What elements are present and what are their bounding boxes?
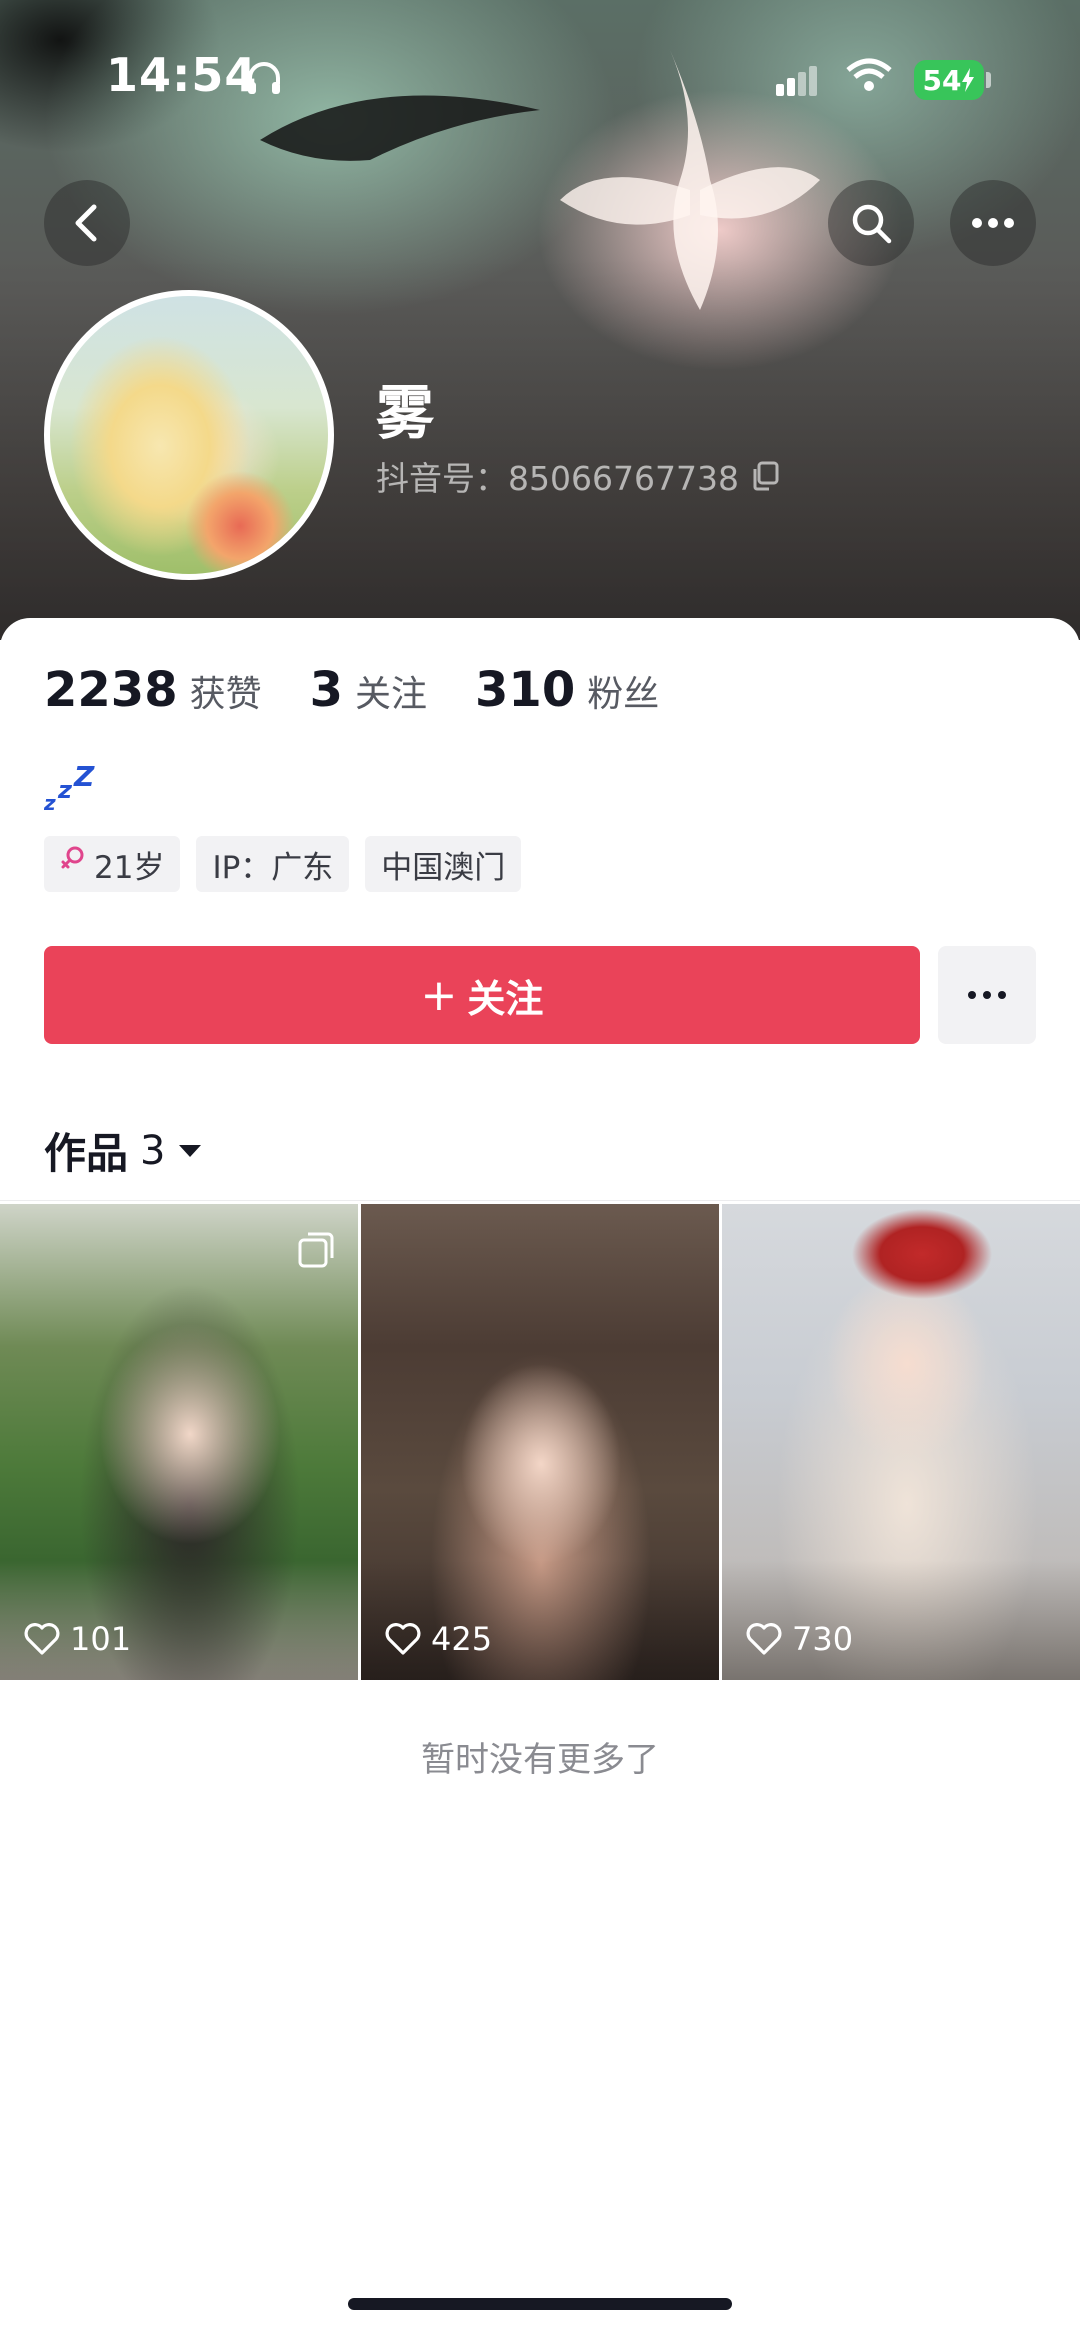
more-horizontal-icon <box>972 218 1014 228</box>
status-bar: 14:54 54 <box>0 40 1080 120</box>
caret-down-icon <box>179 1144 202 1157</box>
svg-text:z: z <box>57 776 73 804</box>
sleep-zzz-icon: z z Z <box>43 760 95 815</box>
profile-more-button[interactable] <box>938 946 1036 1044</box>
tag-location[interactable]: 中国澳门 <box>365 836 522 892</box>
charging-bolt-icon <box>962 68 975 92</box>
tag-location-text: 中国澳门 <box>381 849 506 886</box>
likes-count: 730 <box>746 1620 853 1658</box>
svg-text:Z: Z <box>73 764 95 793</box>
stat-followers-label: 粉丝 <box>587 674 660 715</box>
stat-following-value: 3 <box>309 662 344 718</box>
headphones-icon <box>244 58 284 102</box>
heart-icon <box>746 1623 782 1655</box>
tab-works[interactable]: 作品 3 <box>44 1120 203 1181</box>
profile-name: 雾 <box>376 379 435 447</box>
video-thumbnail[interactable]: 425 <box>361 1204 719 1680</box>
plus-icon: + <box>420 969 458 1021</box>
stat-followers[interactable]: 310 粉丝 <box>475 662 659 718</box>
tag-age: 21岁 <box>44 836 181 892</box>
follow-button[interactable]: + 关注 <box>44 946 920 1044</box>
signature-text: z z Z <box>43 760 100 822</box>
douyin-id-text: 抖音号：85066767738 <box>376 459 739 498</box>
home-indicator[interactable] <box>348 2298 732 2310</box>
svg-text:z: z <box>44 791 56 814</box>
works-grid: 101 425 730 <box>0 1204 1080 1680</box>
tag-ip: IP：广东 <box>196 836 350 892</box>
likes-value: 101 <box>70 1620 132 1658</box>
likes-count: 101 <box>24 1620 131 1658</box>
tag-ip-text: IP：广东 <box>212 849 334 886</box>
douyin-id[interactable]: 抖音号：85066767738 <box>376 452 781 500</box>
works-divider <box>0 1200 1080 1201</box>
stat-following[interactable]: 3 关注 <box>310 662 427 718</box>
video-thumbnail[interactable]: 730 <box>722 1204 1080 1680</box>
end-of-list-text: 暂时没有更多了 <box>421 1740 659 1780</box>
stat-likes-value: 2238 <box>44 662 178 718</box>
follow-button-label: 关注 <box>467 976 544 1021</box>
profile-stats: 2238 获赞 3 关注 310 粉丝 <box>44 662 707 718</box>
more-horizontal-icon <box>968 991 1006 999</box>
back-button[interactable] <box>44 180 130 266</box>
video-thumbnail[interactable]: 101 <box>0 1204 358 1680</box>
profile-panel: 2238 获赞 3 关注 310 粉丝 z z Z 21岁 IP：广东 中国澳门… <box>0 618 1080 2342</box>
stat-followers-value: 310 <box>475 662 576 718</box>
works-tab-count: 3 <box>140 1127 166 1174</box>
likes-value: 730 <box>792 1620 854 1658</box>
search-button[interactable] <box>828 180 914 266</box>
tag-age-text: 21岁 <box>94 849 165 886</box>
wifi-icon <box>846 58 892 98</box>
heart-icon <box>385 1623 421 1655</box>
heart-icon <box>24 1623 60 1655</box>
battery-indicator: 54 <box>914 60 984 100</box>
copy-icon[interactable] <box>749 460 781 492</box>
more-options-button[interactable] <box>950 180 1036 266</box>
multi-image-icon <box>298 1232 334 1268</box>
female-gender-icon <box>60 845 86 883</box>
stat-following-label: 关注 <box>355 674 428 715</box>
avatar[interactable] <box>44 290 334 580</box>
battery-level: 54 <box>922 63 962 97</box>
stat-likes[interactable]: 2238 获赞 <box>44 662 262 718</box>
battery-cap <box>986 72 991 88</box>
chevron-left-icon <box>75 204 97 242</box>
profile-tags: 21岁 IP：广东 中国澳门 <box>44 836 522 892</box>
cellular-signal-icon <box>776 64 818 100</box>
likes-value: 425 <box>431 1620 493 1658</box>
search-icon <box>852 204 892 244</box>
likes-count: 425 <box>385 1620 492 1658</box>
status-time: 14:54 <box>106 48 258 102</box>
stat-likes-label: 获赞 <box>189 674 262 715</box>
works-tab-label: 作品 <box>44 1129 129 1178</box>
